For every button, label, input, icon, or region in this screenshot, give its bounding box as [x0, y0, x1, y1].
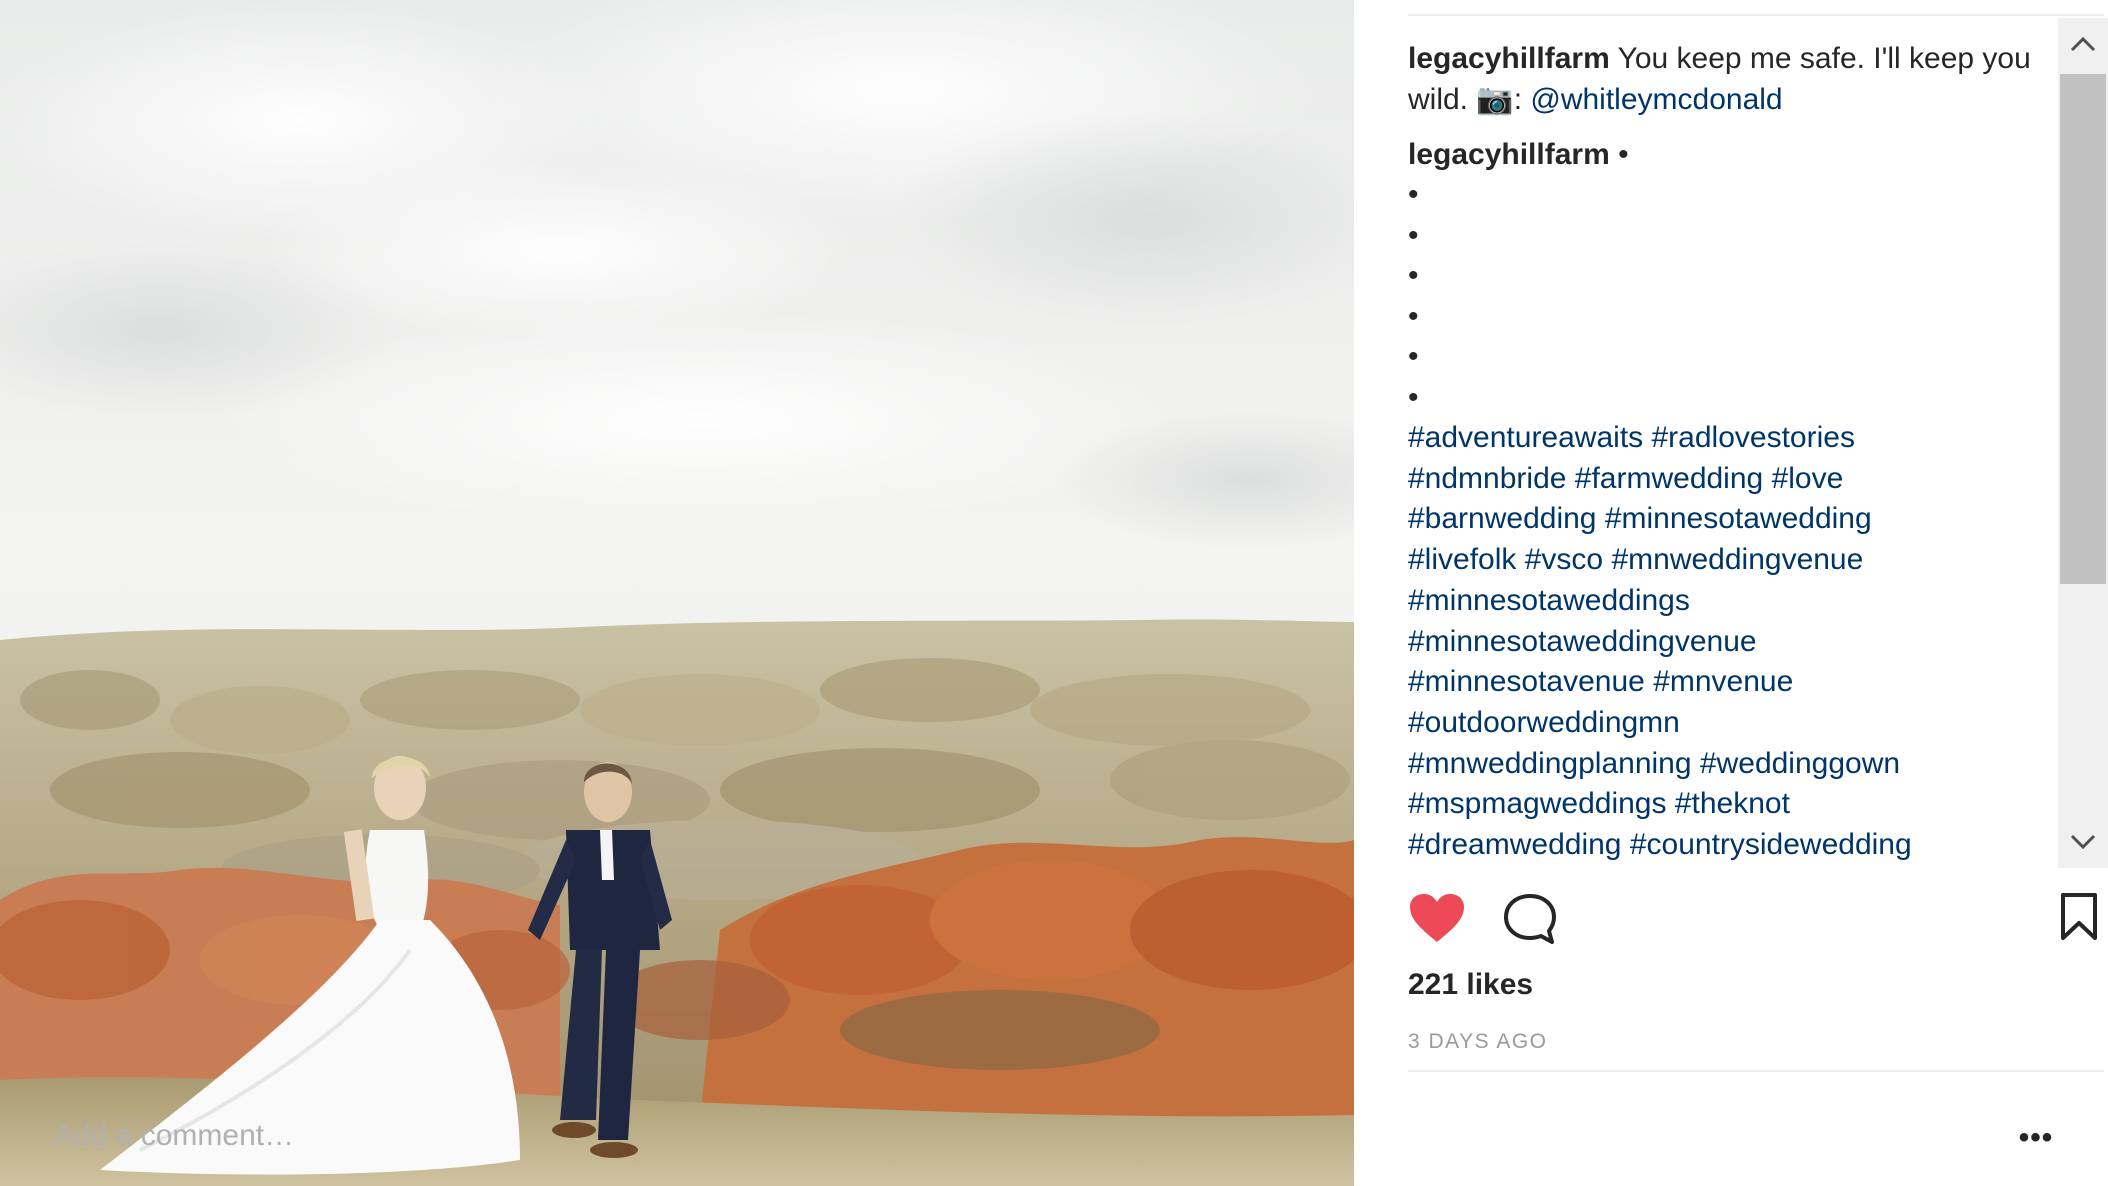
caption-mention[interactable]: @whitleymcdonald	[1530, 83, 1782, 116]
add-comment-input[interactable]	[54, 1112, 614, 1160]
hashtag[interactable]: #minnesotaweddingvenue	[1408, 625, 1757, 658]
comment-username[interactable]: legacyhillfarm	[1408, 138, 1610, 171]
scroll-down-arrow-icon[interactable]	[2058, 816, 2108, 868]
post-actions	[1408, 892, 2108, 952]
caption: legacyhillfarm You keep me safe. I'll ke…	[1408, 38, 2048, 120]
hashtag[interactable]: #weddinggown	[1700, 747, 1900, 780]
scrollbar-thumb[interactable]	[2060, 74, 2106, 584]
hashtag[interactable]: #mnweddingplanning	[1408, 747, 1692, 780]
hashtag[interactable]: #farmwedding	[1575, 462, 1763, 495]
bullet-line: •	[1408, 380, 1419, 414]
hashtag[interactable]: #mspmagweddings	[1408, 787, 1666, 820]
hashtag[interactable]: #love	[1772, 462, 1844, 495]
caption-username[interactable]: legacyhillfarm	[1408, 42, 1610, 75]
bookmark-icon[interactable]	[2058, 892, 2100, 947]
post-photo[interactable]	[0, 0, 1354, 1186]
instagram-post-view: legacyhillfarm You keep me safe. I'll ke…	[0, 0, 2108, 1186]
comment-divider	[1408, 1070, 2104, 1072]
caption-comments-list[interactable]: legacyhillfarm You keep me safe. I'll ke…	[1408, 38, 2048, 868]
wedding-photo-image	[0, 0, 1354, 1186]
heart-filled-icon[interactable]	[1408, 892, 1466, 949]
bullet-lines: • • • • • •	[1408, 175, 2048, 418]
hashtag[interactable]: #adventureawaits	[1408, 421, 1643, 454]
hashtag[interactable]: #dreamwedding	[1408, 828, 1621, 861]
hashtag[interactable]: #vsco	[1525, 543, 1603, 576]
hashtag[interactable]: #minnesotavenue	[1408, 665, 1645, 698]
bullet-line: •	[1408, 299, 1419, 333]
top-divider	[1408, 14, 2104, 16]
hashtag[interactable]: #mnvenue	[1653, 665, 1793, 698]
hashtag[interactable]: #outdoorweddingmn	[1408, 706, 1680, 739]
scroll-up-arrow-icon[interactable]	[2058, 18, 2108, 70]
hashtag[interactable]: #barnwedding	[1408, 502, 1596, 535]
hashtag[interactable]: #radlovestories	[1652, 421, 1855, 454]
bullet-line: •	[1408, 178, 1419, 211]
hashtag[interactable]: #minnesotaweddings	[1408, 584, 1690, 617]
hashtag[interactable]: #theknot	[1675, 787, 1790, 820]
likes-count[interactable]: 221 likes	[1408, 968, 1533, 1002]
bullet-line: •	[1408, 218, 1419, 252]
hashtag[interactable]: #countrysidewedding	[1630, 828, 1912, 861]
more-options-button[interactable]: •••	[2016, 1120, 2056, 1156]
hashtags-block: #adventureawaits #radlovestories #ndmnbr…	[1408, 418, 2048, 866]
hashtag[interactable]: #ndmnbride	[1408, 462, 1566, 495]
comment: legacyhillfarm •	[1408, 134, 2048, 175]
bullet-line: •	[1408, 340, 1419, 373]
post-timestamp[interactable]: 3 DAYS AGO	[1408, 1030, 1548, 1054]
caption-scrollbar[interactable]	[2058, 18, 2108, 868]
hashtag[interactable]: #minnesotawedding	[1605, 502, 1872, 535]
hashtag[interactable]: #mnweddingvenue	[1611, 543, 1863, 576]
hashtag[interactable]: #livefolk	[1408, 543, 1516, 576]
bullet-line: •	[1408, 259, 1419, 292]
post-details-panel: legacyhillfarm You keep me safe. I'll ke…	[1354, 0, 2108, 1186]
comment-icon[interactable]	[1502, 892, 1558, 951]
comment-first-bullet: •	[1618, 138, 1629, 171]
